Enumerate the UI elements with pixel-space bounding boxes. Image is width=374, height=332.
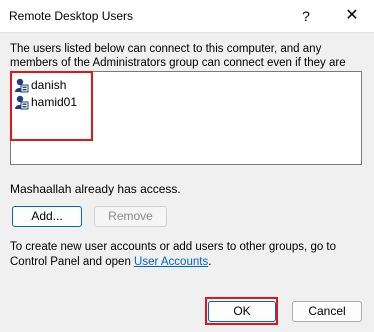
add-button[interactable]: Add... — [12, 206, 82, 227]
title-bar: Remote Desktop Users ? ✕ — [0, 0, 374, 33]
user-icon — [14, 95, 29, 110]
list-item[interactable]: hamid01 — [14, 94, 77, 110]
info-text: To create new user accounts or add users… — [10, 240, 366, 270]
access-text: Mashaallah already has access. — [10, 182, 181, 196]
user-icon — [14, 78, 29, 93]
ok-button[interactable]: OK — [208, 301, 276, 322]
window-title: Remote Desktop Users — [9, 9, 134, 23]
users-listbox[interactable]: danish hamid01 — [10, 71, 362, 165]
cancel-button[interactable]: Cancel — [292, 301, 362, 322]
user-name: hamid01 — [31, 95, 78, 109]
remove-button[interactable]: Remove — [94, 206, 167, 227]
info-text-after: . — [208, 256, 212, 268]
user-accounts-link[interactable]: User Accounts — [134, 256, 208, 268]
close-button[interactable]: ✕ — [340, 4, 364, 28]
list-item[interactable]: danish — [14, 77, 66, 93]
user-name: danish — [31, 78, 67, 92]
help-button[interactable]: ? — [294, 4, 318, 28]
